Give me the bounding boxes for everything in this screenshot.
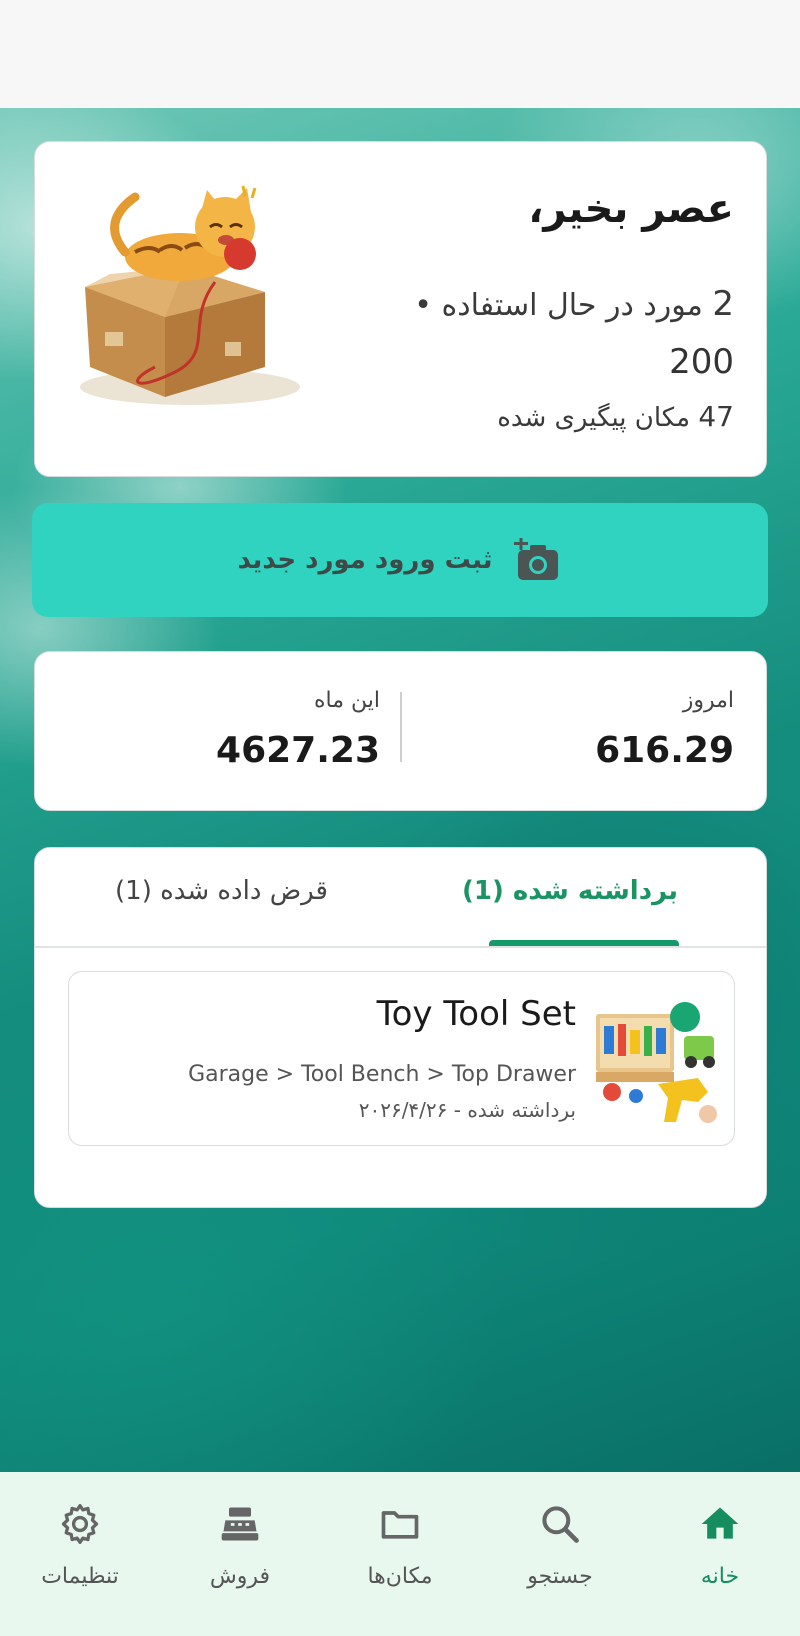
total-value: 200	[669, 342, 734, 382]
cat-in-box-illustration	[80, 185, 300, 405]
add-photo-icon	[514, 538, 559, 580]
locations-line: 47 مکان پیگیری شده	[497, 400, 734, 433]
month-value: 4627.23	[216, 730, 380, 771]
month-label: این ماه	[314, 688, 380, 713]
greeting-card: عصر بخیر، 2 مورد در حال استفاده • 200 47…	[34, 141, 767, 477]
nav-item-settings[interactable]: تنظیمات	[10, 1502, 150, 1612]
nav-label-sales: فروش	[209, 1564, 271, 1589]
today-value: 616.29	[595, 730, 734, 771]
list-item[interactable]: Toy Tool Set Garage > Tool Bench > Top D…	[68, 971, 735, 1146]
nav-item-home[interactable]: خانه	[650, 1502, 790, 1612]
today-label: امروز	[682, 688, 734, 713]
nav-label-settings: تنظیمات	[41, 1564, 119, 1589]
nav-label-search: جستجو	[527, 1564, 593, 1589]
tab-lent[interactable]: قرض داده شده (1)	[115, 876, 328, 906]
item-status: برداشته شده - ۲۰۲۶/۴/۲۶	[358, 1098, 576, 1122]
stats-divider	[400, 692, 402, 762]
add-new-entry-button[interactable]: ثبت ورود مورد جدید	[32, 503, 768, 617]
tab-checked-out[interactable]: برداشته شده (1)	[462, 876, 678, 906]
tabs-divider	[35, 946, 766, 948]
status-dot	[670, 1002, 700, 1032]
bottom-navigation: خانه جستجو مکان‌ها فروش تنظیمات	[0, 1472, 800, 1636]
add-new-entry-label: ثبت ورود مورد جدید	[237, 545, 493, 575]
search-icon	[542, 1506, 579, 1543]
nav-item-locations[interactable]: مکان‌ها	[330, 1502, 470, 1612]
cash-register-icon	[221, 1507, 259, 1541]
item-location-path: Garage > Tool Bench > Top Drawer	[188, 1062, 576, 1087]
home-icon	[701, 1507, 739, 1539]
items-in-use-line: 2 مورد در حال استفاده •	[414, 284, 734, 324]
locations-count: 47	[698, 400, 734, 433]
gear-icon	[61, 1504, 99, 1544]
nav-label-home: خانه	[700, 1564, 740, 1589]
item-name: Toy Tool Set	[376, 994, 576, 1034]
locations-text: مکان پیگیری شده	[497, 403, 691, 433]
items-in-use-count: 2	[712, 284, 734, 324]
nav-label-locations: مکان‌ها	[367, 1564, 433, 1589]
item-thumbnail	[596, 1014, 717, 1123]
greeting-title: عصر بخیر،	[528, 186, 734, 232]
status-bar	[0, 0, 800, 108]
folder-icon	[381, 1511, 419, 1539]
nav-item-sales[interactable]: فروش	[170, 1502, 310, 1612]
stats-card: امروز 616.29 این ماه 4627.23	[34, 651, 767, 811]
nav-item-search[interactable]: جستجو	[490, 1502, 630, 1612]
items-in-use-text: مورد در حال استفاده •	[414, 288, 703, 323]
items-tabs-card: برداشته شده (1) قرض داده شده (1) Toy Too…	[34, 847, 767, 1208]
